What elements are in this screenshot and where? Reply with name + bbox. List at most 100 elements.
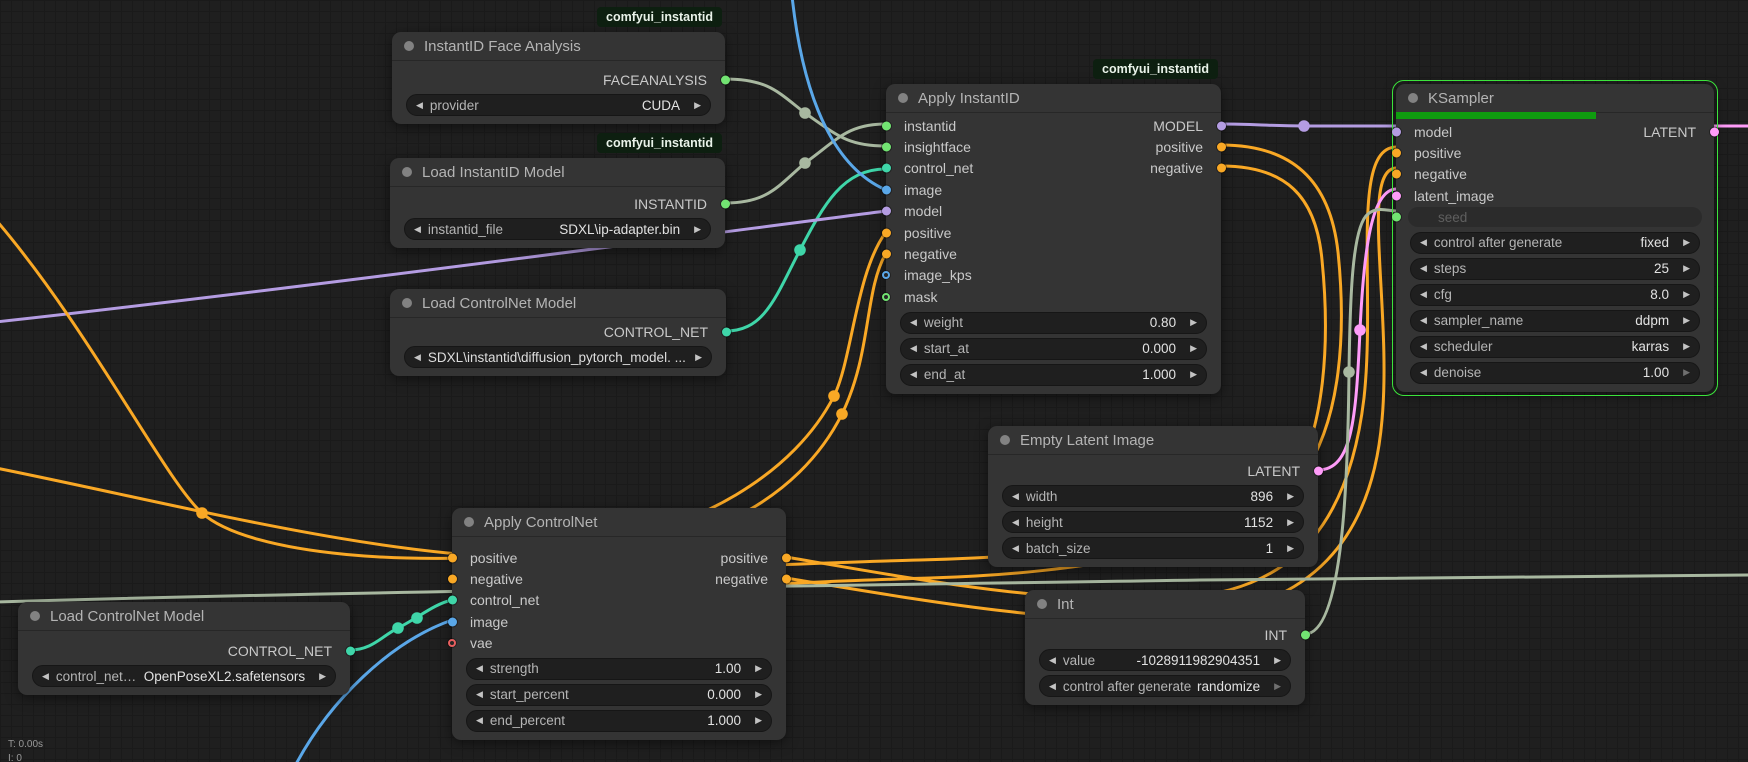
widget-batch_size[interactable]: ◀batch_size1▶ <box>1002 537 1304 559</box>
node-load-controlnet-model-1[interactable]: Load ControlNet ModelCONTROL_NET◀SDXL\in… <box>390 289 726 376</box>
collapse-dot-icon[interactable] <box>402 298 412 308</box>
widget-cfg[interactable]: ◀cfg8.0▶ <box>1410 284 1700 306</box>
reroute-dot[interactable] <box>799 107 811 119</box>
collapse-dot-icon[interactable] <box>1000 435 1010 445</box>
reroute-dot[interactable] <box>1343 366 1355 378</box>
widget-value[interactable]: ◀value-1028911982904351▶ <box>1039 649 1291 671</box>
increment-arrow-icon[interactable]: ▶ <box>1683 264 1690 273</box>
output-slot-MODEL[interactable] <box>1217 121 1226 130</box>
decrement-arrow-icon[interactable]: ◀ <box>1049 656 1056 665</box>
increment-arrow-icon[interactable]: ▶ <box>755 664 762 673</box>
collapse-dot-icon[interactable] <box>404 41 414 51</box>
input-slot-image_kps[interactable] <box>882 271 890 279</box>
decrement-arrow-icon[interactable]: ◀ <box>910 370 917 379</box>
decrement-arrow-icon[interactable]: ◀ <box>1420 368 1427 377</box>
input-slot-vae[interactable] <box>448 639 456 647</box>
decrement-arrow-icon[interactable]: ◀ <box>910 344 917 353</box>
node-load-controlnet-model-2[interactable]: Load ControlNet ModelCONTROL_NET◀control… <box>18 602 350 695</box>
node-apply-instantid[interactable]: comfyui_instantidApply InstantIDinstanti… <box>886 84 1221 394</box>
input-slot-image[interactable] <box>448 617 457 626</box>
node-load-instantid-model[interactable]: comfyui_instantidLoad InstantID ModelINS… <box>390 158 725 248</box>
widget-end_percent[interactable]: ◀end_percent1.000▶ <box>466 710 772 732</box>
increment-arrow-icon[interactable]: ▶ <box>755 690 762 699</box>
decrement-arrow-icon[interactable]: ◀ <box>1012 492 1019 501</box>
decrement-arrow-icon[interactable]: ◀ <box>1420 290 1427 299</box>
increment-arrow-icon[interactable]: ▶ <box>1190 318 1197 327</box>
decrement-arrow-icon[interactable]: ◀ <box>476 664 483 673</box>
increment-arrow-icon[interactable]: ▶ <box>1683 342 1690 351</box>
decrement-arrow-icon[interactable]: ◀ <box>42 672 49 681</box>
widget-strength[interactable]: ◀strength1.00▶ <box>466 658 772 680</box>
input-slot-positive[interactable] <box>1392 149 1401 158</box>
widget-control after generate[interactable]: ◀control after generatefixed▶ <box>1410 232 1700 254</box>
widget-sampler_name[interactable]: ◀sampler_nameddpm▶ <box>1410 310 1700 332</box>
widget-provider[interactable]: ◀providerCUDA▶ <box>406 94 711 116</box>
input-slot-positive[interactable] <box>882 228 891 237</box>
input-slot-image[interactable] <box>882 185 891 194</box>
decrement-arrow-icon[interactable]: ◀ <box>476 716 483 725</box>
collapse-dot-icon[interactable] <box>1037 599 1047 609</box>
increment-arrow-icon[interactable]: ▶ <box>694 101 701 110</box>
input-slot-seed[interactable] <box>1392 213 1401 222</box>
decrement-arrow-icon[interactable]: ◀ <box>910 318 917 327</box>
increment-arrow-icon[interactable]: ▶ <box>694 225 701 234</box>
output-slot-FACEANALYSIS[interactable] <box>721 75 730 84</box>
collapse-dot-icon[interactable] <box>898 93 908 103</box>
input-slot-negative[interactable] <box>1392 170 1401 179</box>
decrement-arrow-icon[interactable]: ◀ <box>414 225 421 234</box>
increment-arrow-icon[interactable]: ▶ <box>755 716 762 725</box>
reroute-dot[interactable] <box>1354 324 1366 336</box>
collapse-dot-icon[interactable] <box>402 167 412 177</box>
decrement-arrow-icon[interactable]: ◀ <box>1012 544 1019 553</box>
widget-instantid_file[interactable]: ◀instantid_fileSDXL\ip-adapter.bin▶ <box>404 218 711 240</box>
input-slot-negative[interactable] <box>448 575 457 584</box>
input-slot-insightface[interactable] <box>882 143 891 152</box>
output-slot-positive[interactable] <box>782 553 791 562</box>
node-graph-canvas[interactable]: comfyui_instantidInstantID Face Analysis… <box>0 0 1748 762</box>
output-slot-CONTROL_NET[interactable] <box>722 327 731 336</box>
increment-arrow-icon[interactable]: ▶ <box>1683 238 1690 247</box>
node-instantid-face-analysis[interactable]: comfyui_instantidInstantID Face Analysis… <box>392 32 725 124</box>
output-slot-LATENT[interactable] <box>1314 466 1323 475</box>
increment-arrow-icon[interactable]: ▶ <box>1683 290 1690 299</box>
input-slot-latent_image[interactable] <box>1392 191 1401 200</box>
widget-weight[interactable]: ◀weight0.80▶ <box>900 312 1207 334</box>
increment-arrow-icon[interactable]: ▶ <box>695 353 702 362</box>
decrement-arrow-icon[interactable]: ◀ <box>476 690 483 699</box>
widget-input-seed[interactable]: seed <box>1408 207 1702 227</box>
widget-width[interactable]: ◀width896▶ <box>1002 485 1304 507</box>
input-slot-negative[interactable] <box>882 250 891 259</box>
widget-end_at[interactable]: ◀end_at1.000▶ <box>900 364 1207 386</box>
increment-arrow-icon[interactable]: ▶ <box>1287 544 1294 553</box>
widget-control after generate[interactable]: ◀control after generaterandomize▶ <box>1039 675 1291 697</box>
input-slot-model[interactable] <box>1392 127 1401 136</box>
output-slot-CONTROL_NET[interactable] <box>346 646 355 655</box>
reroute-dot[interactable] <box>392 622 404 634</box>
increment-arrow-icon[interactable]: ▶ <box>319 672 326 681</box>
decrement-arrow-icon[interactable]: ◀ <box>1420 342 1427 351</box>
input-slot-positive[interactable] <box>448 553 457 562</box>
input-slot-control_net[interactable] <box>448 596 457 605</box>
increment-arrow-icon[interactable]: ▶ <box>1190 370 1197 379</box>
increment-arrow-icon[interactable]: ▶ <box>1287 492 1294 501</box>
output-slot-INT[interactable] <box>1301 630 1310 639</box>
widget-scheduler[interactable]: ◀schedulerkarras▶ <box>1410 336 1700 358</box>
widget-start_percent[interactable]: ◀start_percent0.000▶ <box>466 684 772 706</box>
increment-arrow-icon[interactable]: ▶ <box>1683 368 1690 377</box>
increment-arrow-icon[interactable]: ▶ <box>1190 344 1197 353</box>
decrement-arrow-icon[interactable]: ◀ <box>1012 518 1019 527</box>
input-slot-instantid[interactable] <box>882 121 891 130</box>
decrement-arrow-icon[interactable]: ◀ <box>1420 238 1427 247</box>
collapse-dot-icon[interactable] <box>30 611 40 621</box>
widget-control_net_n...[interactable]: ◀control_net_n...OpenPoseXL2.safetensors… <box>32 665 336 687</box>
node-ksampler[interactable]: KSamplermodelLATENTpositivenegativelaten… <box>1396 84 1714 392</box>
input-slot-mask[interactable] <box>882 293 890 301</box>
input-slot-control_net[interactable] <box>882 164 891 173</box>
widget-combo[interactable]: ◀SDXL\instantid\diffusion_pytorch_model.… <box>404 346 712 368</box>
widget-steps[interactable]: ◀steps25▶ <box>1410 258 1700 280</box>
decrement-arrow-icon[interactable]: ◀ <box>1049 682 1056 691</box>
output-slot-negative[interactable] <box>782 575 791 584</box>
decrement-arrow-icon[interactable]: ◀ <box>1420 316 1427 325</box>
increment-arrow-icon[interactable]: ▶ <box>1274 682 1281 691</box>
collapse-dot-icon[interactable] <box>1408 93 1418 103</box>
